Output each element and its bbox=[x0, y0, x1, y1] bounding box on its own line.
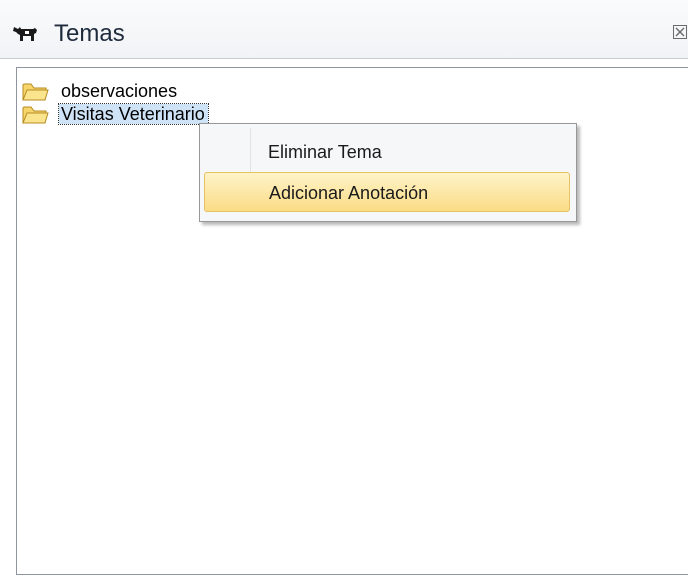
temas-panel: Temas observaciones Visitas Veterinario … bbox=[0, 0, 688, 584]
tree-item-label: observaciones bbox=[61, 81, 178, 101]
panel-title-bar: Temas bbox=[0, 0, 688, 59]
context-menu: Eliminar Tema Adicionar Anotación bbox=[199, 123, 577, 222]
menu-item-eliminar-tema[interactable]: Eliminar Tema bbox=[204, 132, 570, 172]
panel-title: Temas bbox=[54, 20, 125, 47]
menu-item-label: Adicionar Anotación bbox=[269, 183, 429, 203]
close-icon[interactable] bbox=[672, 22, 688, 42]
cow-icon bbox=[13, 27, 37, 41]
tree-item-visitas-veterinario[interactable]: Visitas Veterinario bbox=[17, 103, 417, 125]
folder-icon bbox=[22, 83, 49, 101]
menu-item-adicionar-anotacion[interactable]: Adicionar Anotación bbox=[204, 172, 570, 212]
tree-item-observaciones[interactable]: observaciones bbox=[17, 80, 417, 102]
folder-icon bbox=[22, 106, 49, 124]
menu-item-label: Eliminar Tema bbox=[268, 142, 382, 162]
tree-item-label: Visitas Veterinario bbox=[58, 103, 209, 125]
